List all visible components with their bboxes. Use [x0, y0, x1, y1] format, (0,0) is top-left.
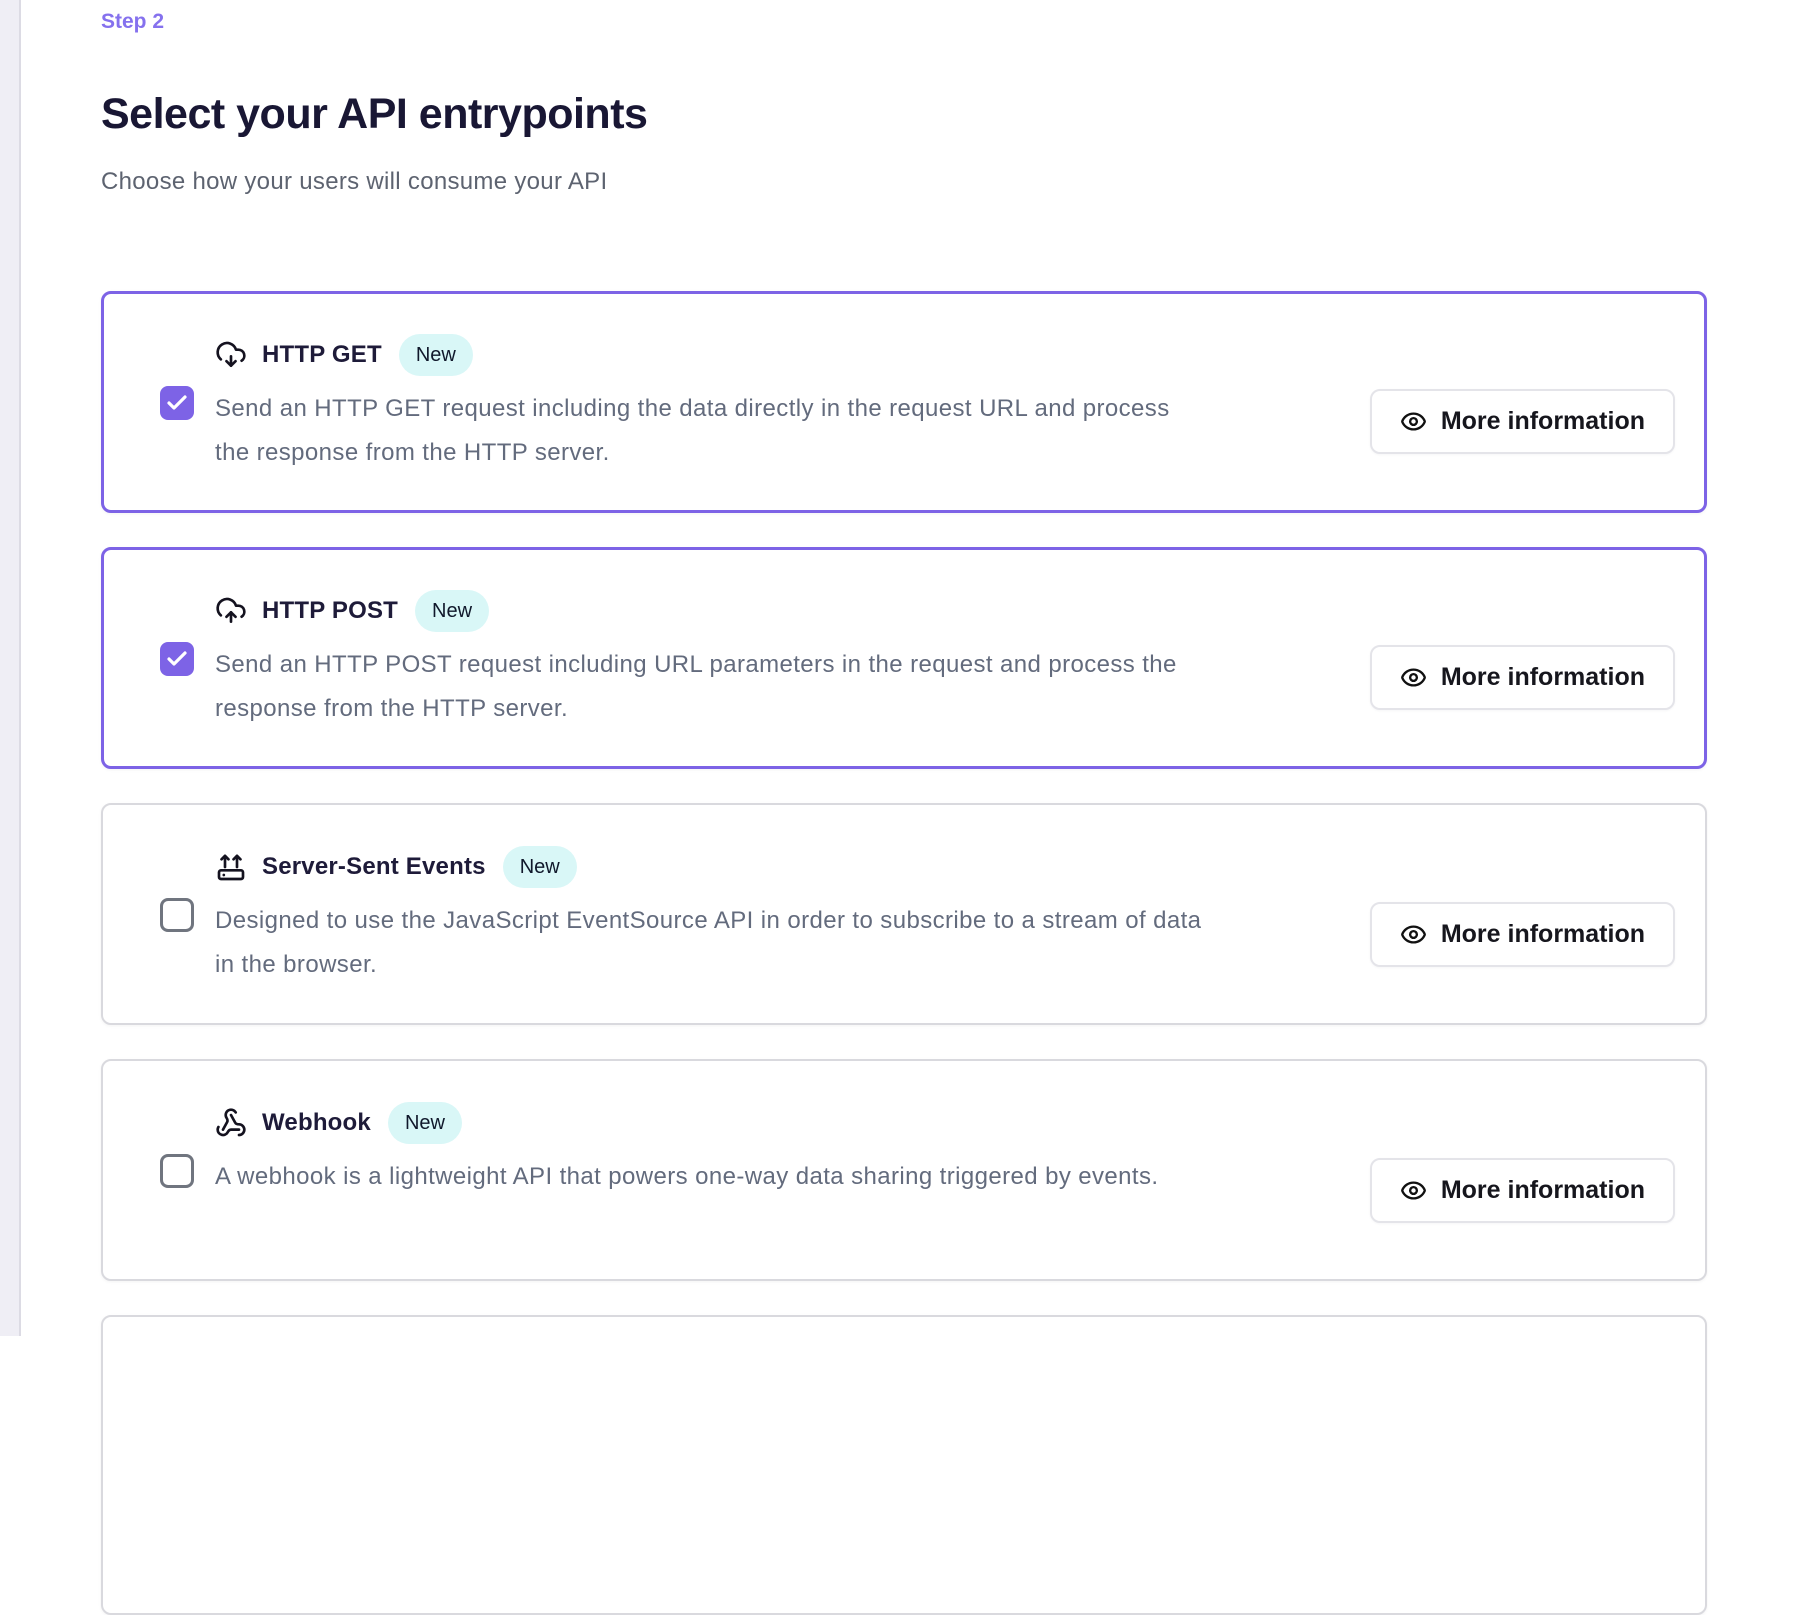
entrypoint-description: Send an HTTP GET request including the d… — [215, 387, 1205, 475]
entrypoint-title: Server-Sent Events — [262, 853, 486, 881]
entrypoint-description: Send an HTTP POST request including URL … — [215, 643, 1205, 731]
eye-icon — [1400, 921, 1427, 948]
entrypoint-checkbox[interactable] — [160, 898, 194, 932]
new-badge: New — [388, 1102, 462, 1144]
entrypoint-card-content: HTTP POST New Send an HTTP POST request … — [215, 589, 1370, 731]
page-title: Select your API entrypoints — [101, 90, 1707, 139]
entrypoint-title: HTTP GET — [262, 341, 382, 369]
more-information-button[interactable]: More information — [1370, 389, 1675, 454]
wizard-step-panel: Step 2 Select your API entrypoints Choos… — [101, 0, 1707, 1615]
more-information-label: More information — [1441, 407, 1645, 436]
entrypoint-card-http-get[interactable]: HTTP GET New Send an HTTP GET request in… — [101, 291, 1707, 513]
step-label: Step 2 — [101, 10, 1707, 34]
new-badge: New — [503, 846, 577, 888]
entrypoint-card-content: HTTP GET New Send an HTTP GET request in… — [215, 333, 1370, 475]
eye-icon — [1400, 1177, 1427, 1204]
more-information-label: More information — [1441, 1176, 1645, 1205]
eye-icon — [1400, 664, 1427, 691]
server-sent-events-icon — [215, 851, 247, 883]
entrypoint-description: Designed to use the JavaScript EventSour… — [215, 899, 1205, 987]
more-information-button[interactable]: More information — [1370, 1158, 1675, 1223]
entrypoint-card-webhook[interactable]: Webhook New A webhook is a lightweight A… — [101, 1059, 1707, 1281]
more-information-button[interactable]: More information — [1370, 902, 1675, 967]
entrypoint-checkbox[interactable] — [160, 642, 194, 676]
entrypoint-title: HTTP POST — [262, 597, 398, 625]
entrypoint-card-server-sent-events[interactable]: Server-Sent Events New Designed to use t… — [101, 803, 1707, 1025]
more-information-button[interactable]: More information — [1370, 645, 1675, 710]
entrypoint-checkbox[interactable] — [160, 1154, 194, 1188]
eye-icon — [1400, 408, 1427, 435]
page-subtitle: Choose how your users will consume your … — [101, 168, 1707, 196]
entrypoint-checkbox[interactable] — [160, 386, 194, 420]
entrypoint-card-content: Webhook New A webhook is a lightweight A… — [215, 1101, 1370, 1199]
new-badge: New — [415, 590, 489, 632]
entrypoint-title-row: HTTP POST New — [215, 589, 1370, 633]
entrypoint-card-http-post[interactable]: HTTP POST New Send an HTTP POST request … — [101, 547, 1707, 769]
more-information-label: More information — [1441, 920, 1645, 949]
entrypoint-title-row: Webhook New — [215, 1101, 1370, 1145]
cloud-download-icon — [215, 339, 247, 371]
cloud-upload-icon — [215, 595, 247, 627]
more-information-label: More information — [1441, 663, 1645, 692]
page-left-gutter — [0, 0, 21, 1336]
entrypoint-title-row: HTTP GET New — [215, 333, 1370, 377]
entrypoint-card-content: Server-Sent Events New Designed to use t… — [215, 845, 1370, 987]
entrypoint-title: Webhook — [262, 1109, 371, 1137]
webhook-icon — [215, 1107, 247, 1139]
entrypoint-card-partial — [101, 1315, 1707, 1615]
entrypoint-title-row: Server-Sent Events New — [215, 845, 1370, 889]
checkmark-icon — [165, 647, 189, 671]
checkmark-icon — [165, 391, 189, 415]
new-badge: New — [399, 334, 473, 376]
entrypoint-description: A webhook is a lightweight API that powe… — [215, 1155, 1205, 1199]
entrypoint-card-list: HTTP GET New Send an HTTP GET request in… — [101, 291, 1707, 1615]
